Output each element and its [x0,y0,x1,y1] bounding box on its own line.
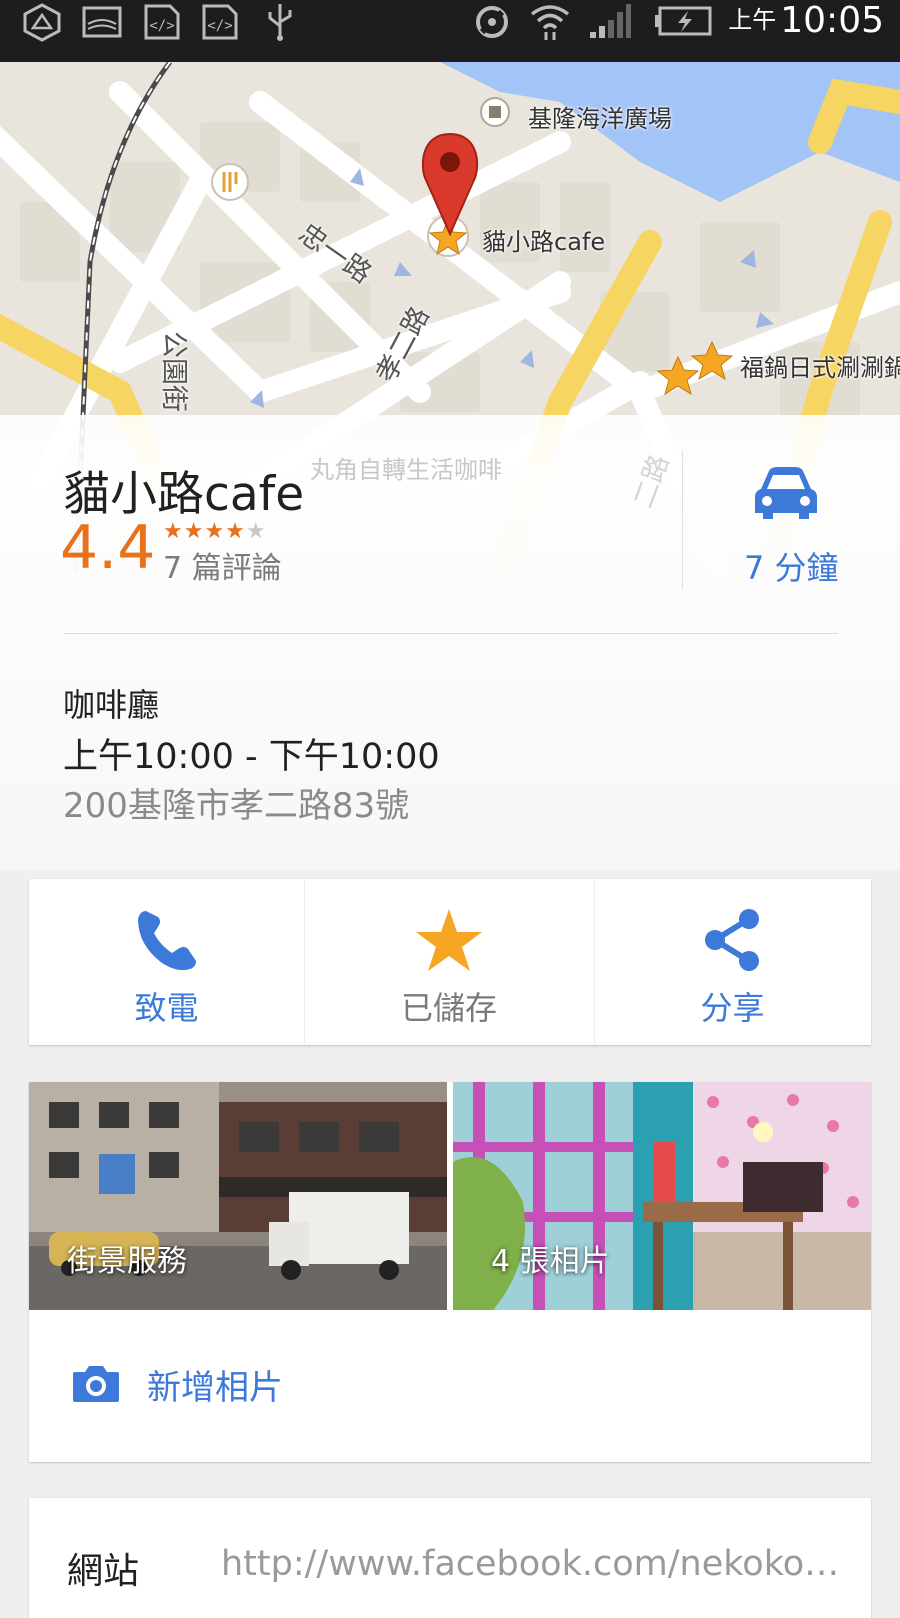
website-card: 網站 http://www.facebook.com/nekokoji... [29,1498,871,1618]
photos-card: 街景服務 4 張相片 新增相片 [29,1082,871,1462]
photo-gallery-thumbnail[interactable]: 4 張相片 [453,1082,871,1310]
map-poi-plaza[interactable]: 基隆海洋廣場 [528,99,672,134]
map-poi-hotpot[interactable]: 福鍋日式涮涮鍋 [740,348,900,383]
add-photo-button[interactable]: 新增相片 [29,1310,871,1462]
gallery-icon [82,6,122,38]
map-road-other: 二路 [628,450,676,513]
add-photo-label: 新增相片 [147,1368,283,1408]
place-sheet: 丸角自轉生活咖啡 二路 貓小路cafe 4.4 ★★★★★ 7 篇評論 7 分鐘… [0,415,900,870]
photo-count-label: 4 張相片 [491,1244,610,1279]
street-view-label: 街景服務 [67,1244,187,1279]
svg-text:</>: </> [207,18,232,34]
divider [682,450,683,590]
map-poi-cafe[interactable]: 貓小路cafe [482,222,605,257]
share-icon [705,909,759,971]
save-button[interactable]: 已儲存 [304,879,594,1045]
signal-icon [590,4,631,38]
phone-icon [138,911,196,971]
street-view-thumbnail[interactable]: 街景服務 [29,1082,447,1310]
star-icon [416,909,482,971]
gps-icon [476,6,508,38]
website-link[interactable]: http://www.facebook.com/nekokoji... [221,1544,841,1584]
directions-button[interactable]: 7 分鐘 [700,455,900,595]
wifi-icon [530,5,570,40]
place-address[interactable]: 200基隆市孝二路83號 [63,778,409,827]
status-bar: </> </> 上午 10:05 [0,0,900,62]
car-icon [755,467,817,519]
ingress-icon [23,3,61,42]
place-category: 咖啡廳 [63,686,160,724]
saved-label: 已儲存 [400,989,497,1027]
map-road-gongyuan: 公園街 [158,331,189,412]
drive-time: 7 分鐘 [744,549,839,587]
call-label: 致電 [134,989,199,1027]
battery-charging-icon [655,6,712,36]
map-poi-bike-cafe: 丸角自轉生活咖啡 [310,456,502,484]
rating-value: 4.4 [60,513,156,583]
status-clock: 上午 10:05 [728,0,884,41]
call-button[interactable]: 致電 [29,879,304,1045]
actions-card: 致電 已儲存 分享 [29,879,871,1045]
share-label: 分享 [700,989,765,1027]
review-count-link[interactable]: 7 篇評論 [163,543,282,587]
code-icon: </> [202,4,238,40]
rating-stars: ★★★★★ [163,519,267,544]
usb-icon [268,4,292,41]
svg-text:</>: </> [149,18,174,34]
camera-icon [73,1366,119,1402]
code-icon: </> [144,4,180,40]
divider [63,633,838,634]
share-button[interactable]: 分享 [594,879,871,1045]
opening-hours[interactable]: 上午10:00 - 下午10:00 [63,728,440,779]
website-label: 網站 [67,1551,140,1592]
